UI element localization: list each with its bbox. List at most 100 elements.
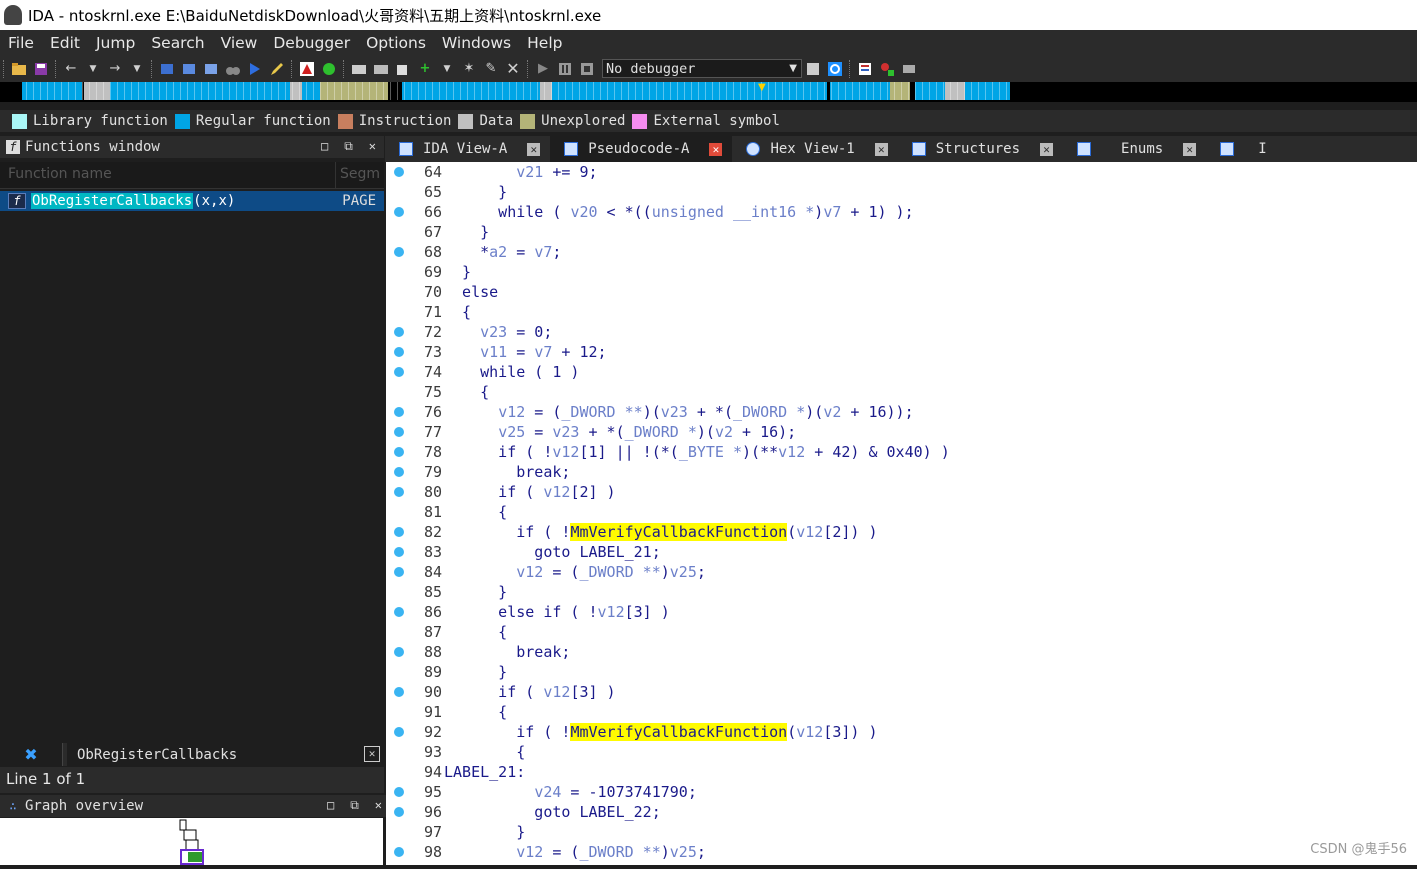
- code-line[interactable]: 64 v21 += 9;: [386, 162, 1417, 182]
- code-line[interactable]: 91 {: [386, 702, 1417, 722]
- variable-token[interactable]: a2: [489, 243, 507, 261]
- code-line[interactable]: 71 {: [386, 302, 1417, 322]
- code-line[interactable]: 66 while ( v20 < *((unsigned __int16 *)v…: [386, 202, 1417, 222]
- variable-token[interactable]: v12: [498, 403, 525, 421]
- variable-token[interactable]: v25: [670, 563, 697, 581]
- breakpoint-icon[interactable]: [878, 60, 896, 78]
- restore-icon[interactable]: □: [321, 139, 328, 154]
- variable-token[interactable]: v7: [823, 203, 841, 221]
- breakpoint-dot-icon[interactable]: [394, 427, 404, 437]
- segment-column[interactable]: Segm: [336, 162, 384, 188]
- debugger-select[interactable]: No debugger ▼: [602, 59, 802, 78]
- code-line[interactable]: 94 LABEL_21:: [386, 762, 1417, 782]
- refresh-icon[interactable]: [826, 60, 844, 78]
- menu-jump[interactable]: Jump: [88, 34, 143, 52]
- edit-icon[interactable]: ✎: [482, 60, 500, 78]
- code-line[interactable]: 70 else: [386, 282, 1417, 302]
- breakpoint-dot-icon[interactable]: [394, 167, 404, 177]
- close-icon[interactable]: ✕: [375, 798, 382, 813]
- tab-structures[interactable]: Structures ✕: [898, 136, 1063, 162]
- code-line[interactable]: 83 goto LABEL_21;: [386, 542, 1417, 562]
- code-line[interactable]: 67 }: [386, 222, 1417, 242]
- variable-token[interactable]: _DWORD **: [579, 563, 660, 581]
- filter-clear-icon[interactable]: ✖: [0, 743, 63, 766]
- pencil-icon[interactable]: [268, 60, 286, 78]
- code-line[interactable]: 95 v24 = -1073741790;: [386, 782, 1417, 802]
- code-line[interactable]: 80 if ( v12[2] ): [386, 482, 1417, 502]
- variable-token[interactable]: _DWORD **: [579, 843, 660, 861]
- play-icon[interactable]: ▶: [534, 60, 552, 78]
- breakpoint-dot-icon[interactable]: [394, 847, 404, 857]
- tab-enums[interactable]: Enums ✕: [1063, 136, 1206, 162]
- variable-token[interactable]: v12: [598, 603, 625, 621]
- variable-token[interactable]: _DWORD *: [733, 403, 805, 421]
- make-text-icon[interactable]: [180, 60, 198, 78]
- code-line[interactable]: 68 *a2 = v7;: [386, 242, 1417, 262]
- variable-token[interactable]: v12: [796, 723, 823, 741]
- highlighted-symbol[interactable]: MmVerifyCallbackFunction: [570, 523, 788, 541]
- code-line[interactable]: 98 v12 = (_DWORD **)v25;: [386, 842, 1417, 862]
- function-filter-tab[interactable]: ObRegisterCallbacks ✕: [67, 743, 384, 766]
- variable-token[interactable]: v12: [552, 443, 579, 461]
- highlighted-symbol[interactable]: MmVerifyCallbackFunction: [570, 723, 788, 741]
- float-icon[interactable]: ⧉: [350, 798, 359, 813]
- menu-help[interactable]: Help: [519, 34, 570, 52]
- variable-token[interactable]: _BYTE *: [679, 443, 742, 461]
- menu-edit[interactable]: Edit: [42, 34, 88, 52]
- tab-hex-view-1[interactable]: Hex View-1 ✕: [732, 136, 897, 162]
- variable-token[interactable]: v2: [823, 403, 841, 421]
- close-icon[interactable]: ✕: [1183, 142, 1197, 156]
- close-icon[interactable]: ✕: [874, 142, 888, 156]
- code-line[interactable]: 96 goto LABEL_22;: [386, 802, 1417, 822]
- make-data-icon[interactable]: [202, 60, 220, 78]
- variable-token[interactable]: v12: [543, 483, 570, 501]
- breakpoint-dot-icon[interactable]: [394, 407, 404, 417]
- close-icon[interactable]: ✕: [709, 142, 723, 156]
- code-line[interactable]: 78 if ( !v12[1] || !(*(_BYTE *)(**v12 + …: [386, 442, 1417, 462]
- code-line[interactable]: 82 if ( !MmVerifyCallbackFunction(v12[2]…: [386, 522, 1417, 542]
- code-line[interactable]: 89 }: [386, 662, 1417, 682]
- stop-icon[interactable]: [578, 60, 596, 78]
- breakpoint-dot-icon[interactable]: [394, 687, 404, 697]
- open-folder-icon[interactable]: [10, 60, 28, 78]
- close-x-icon[interactable]: ✕: [504, 59, 522, 78]
- tab-imports[interactable]: I: [1206, 136, 1267, 162]
- hex-block-icon[interactable]: [372, 60, 390, 78]
- attach-process-icon[interactable]: [804, 60, 822, 78]
- jump-arrow-icon[interactable]: [246, 60, 264, 78]
- variable-token[interactable]: v23: [480, 323, 507, 341]
- chevron-down-icon[interactable]: ▼: [438, 60, 456, 78]
- breakpoint-dot-icon[interactable]: [394, 547, 404, 557]
- tab-ida-view-a[interactable]: IDA View-A ✕: [385, 136, 550, 162]
- add-green-icon[interactable]: +: [416, 60, 434, 78]
- breakpoint-dot-icon[interactable]: [394, 787, 404, 797]
- variable-token[interactable]: v25: [498, 423, 525, 441]
- chevron-down-icon[interactable]: ▼: [128, 60, 146, 78]
- code-line[interactable]: 85 }: [386, 582, 1417, 602]
- breakpoint-dot-icon[interactable]: [394, 467, 404, 477]
- variable-token[interactable]: v7: [534, 343, 552, 361]
- pseudocode-view[interactable]: 64 v21 += 9; 65 } 66 while ( v20 < *((unsi…: [386, 162, 1417, 865]
- code-line[interactable]: 75 {: [386, 382, 1417, 402]
- code-line[interactable]: 92 if ( !MmVerifyCallbackFunction(v12[3]…: [386, 722, 1417, 742]
- variable-token[interactable]: v12: [516, 563, 543, 581]
- variable-token[interactable]: v21: [516, 163, 543, 181]
- code-line[interactable]: 76 v12 = (_DWORD **)(v23 + *(_DWORD *)(v…: [386, 402, 1417, 422]
- code-line[interactable]: 73 v11 = v7 + 12;: [386, 342, 1417, 362]
- menu-file[interactable]: File: [0, 34, 42, 52]
- navigation-band[interactable]: ▼: [0, 82, 1417, 102]
- close-icon[interactable]: ✕: [1040, 142, 1054, 156]
- variable-token[interactable]: v2: [715, 423, 733, 441]
- new-struct-icon[interactable]: [394, 60, 412, 78]
- code-line[interactable]: 87 {: [386, 622, 1417, 642]
- close-icon[interactable]: ✕: [369, 139, 376, 154]
- variable-token[interactable]: v12: [543, 683, 570, 701]
- variable-token[interactable]: unsigned __int16 *: [652, 203, 815, 221]
- code-line[interactable]: 88 break;: [386, 642, 1417, 662]
- variable-token[interactable]: v11: [480, 343, 507, 361]
- back-arrow-icon[interactable]: ←: [62, 60, 80, 78]
- variable-token[interactable]: v25: [670, 843, 697, 861]
- variable-token[interactable]: v12: [778, 443, 805, 461]
- tab-pseudocode-a[interactable]: Pseudocode-A ✕: [550, 136, 733, 162]
- function-list-item[interactable]: f ObRegisterCallbacks (x,x) PAGE: [0, 191, 384, 211]
